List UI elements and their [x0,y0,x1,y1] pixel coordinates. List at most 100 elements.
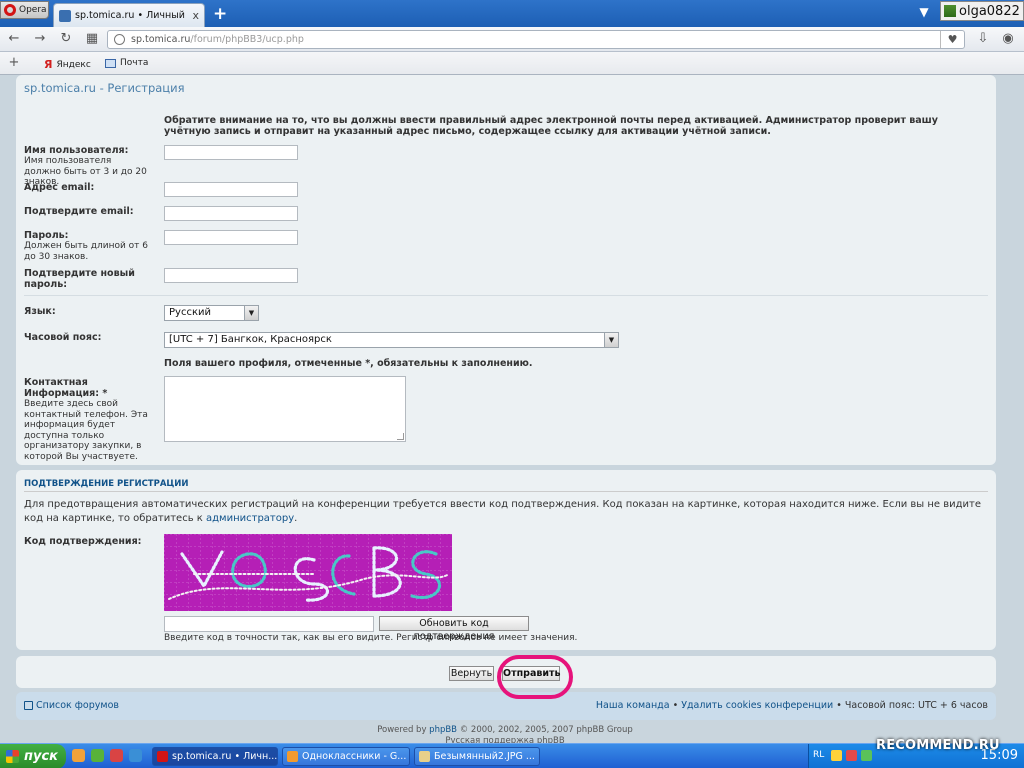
windows-taskbar: пуск sp.tomica.ru • Личн... Одноклассник… [0,743,1024,768]
language-label: Язык: [24,306,56,317]
footer-links: Наша команда • Удалить cookies конференц… [596,700,988,711]
bookmark-heart-icon[interactable]: ♥ [940,31,964,48]
reload-icon[interactable]: ↻ [58,31,74,47]
email-notice: Обратите внимание на то, что вы должны в… [164,115,938,137]
quick-launch-icon[interactable] [91,749,104,762]
tab-title: sp.tomica.ru • Личный разд... [75,10,188,21]
bookmark-yandex[interactable]: Я Яндекс [44,58,91,71]
forward-arrow-icon[interactable]: → [32,31,48,47]
bookmark-label: Яндекс [56,59,91,70]
speed-dial-icon[interactable]: ▦ [84,31,100,47]
home-icon [24,701,33,710]
registration-panel: sp.tomica.ru - Регистрация Обратите вним… [16,75,996,465]
quick-launch-icon[interactable] [72,749,85,762]
start-button[interactable]: пуск [0,744,66,768]
url-field[interactable]: sp.tomica.ru/forum/phpBB3/ucp.php ♥ [107,30,965,49]
password-confirm-input[interactable] [164,268,298,283]
new-tab-button[interactable]: + [213,4,227,24]
page-title: sp.tomica.ru - Регистрация [24,81,185,95]
language-select[interactable]: Русский ▼ [164,305,259,321]
quick-launch-icon[interactable] [110,749,123,762]
contact-hint: Введите здесь свой контактный телефон. Э… [24,399,148,462]
image-icon [419,751,430,762]
forum-list-link[interactable]: Список форумов [24,700,119,711]
timezone-label: Часовой пояс: [24,332,102,343]
download-icon[interactable]: ⇩ [975,31,991,47]
admin-link[interactable]: администратору [206,513,294,524]
url-path: /forum/phpBB3/ucp.php [190,34,304,45]
page-viewport: sp.tomica.ru - Регистрация Обратите вним… [0,75,1024,746]
reset-button[interactable]: Вернуть [449,666,494,681]
footer-timezone: Часовой пояс: UTC + 6 часов [844,700,988,711]
user-name: olga0822 [959,3,1020,19]
captcha-image [164,534,452,611]
add-bookmark-icon[interactable]: + [6,55,22,71]
divider [24,491,988,492]
required-fields-note: Поля вашего профиля, отмеченные *, обяза… [164,358,533,369]
password-confirm-label: Подтвердите новый пароль: [24,268,135,290]
username-input[interactable] [164,145,298,160]
browser-tab-active[interactable]: sp.tomica.ru • Личный разд... x [53,3,205,27]
browser-icon [287,751,298,762]
team-link[interactable]: Наша команда [596,700,670,711]
quick-launch-icon[interactable] [129,749,142,762]
captcha-noise-graphic [164,534,452,611]
footer-bullet: • [833,700,845,711]
language-indicator[interactable]: RL [813,750,824,760]
bookmark-mail[interactable]: Почта [105,58,148,68]
confirmation-code-input[interactable] [164,616,374,632]
yandex-icon: Я [44,58,53,71]
email-confirm-label: Подтвердите email: [24,206,134,217]
site-favicon-icon [59,9,71,22]
footer-bullet: • [669,700,682,711]
divider [24,295,988,296]
tray-icon[interactable] [861,750,872,761]
password-label: Пароль: Должен быть длиной от 6 до 30 зн… [24,230,149,262]
bookmark-label: Почта [120,58,149,68]
phpbb-link[interactable]: phpBB [429,725,457,735]
password-input[interactable] [164,230,298,245]
powered-prefix: Powered by [377,725,430,735]
highlight-circle [497,655,573,699]
section-title: Подтверждение регистрации [24,479,189,489]
email-confirm-input[interactable] [164,206,298,221]
email-label: Адрес email: [24,182,95,193]
forum-list-label: Список форумов [36,700,119,711]
start-label: пуск [24,749,58,764]
tray-icon[interactable] [831,750,842,761]
taskbar-item-opera[interactable]: sp.tomica.ru • Личн... [152,747,278,766]
contact-label: Контактная Информация: * Введите здесь с… [24,377,149,462]
taskbar-item-image[interactable]: Безымянный2.JPG ... [414,747,540,766]
tab-close-icon[interactable]: x [192,9,199,22]
timezone-select[interactable]: [UTC + 7] Бангкок, Красноярск ▼ [164,332,619,348]
url-host: sp.tomica.ru [131,34,191,45]
globe-icon [114,34,125,45]
back-arrow-icon[interactable]: ← [6,31,22,47]
timezone-value: [UTC + 7] Бангкок, Красноярск [169,334,332,345]
email-input[interactable] [164,182,298,197]
footer-navbar: Список форумов Наша команда • Удалить co… [16,692,996,720]
menu-icon[interactable]: ◉ [1000,31,1016,47]
contact-label-text: Контактная Информация: * [24,377,108,399]
user-account-badge[interactable]: olga0822 [940,1,1024,21]
password-label-text: Пароль: [24,230,69,241]
password-hint: Должен быть длиной от 6 до 30 знаков. [24,241,149,262]
opera-menu-button[interactable]: Opera [0,1,49,19]
contact-textarea[interactable] [164,376,406,442]
powered-suffix: © 2000, 2002, 2005, 2007 phpBB Group [457,725,633,735]
watermark: RECOMMEND.RU [876,738,1000,753]
code-note: Введите код в точности так, как вы его в… [164,633,578,643]
task-label: Одноклассники - G... [302,751,407,762]
task-label: sp.tomica.ru • Личн... [172,751,278,762]
username-label-text: Имя пользователя: [24,145,129,156]
confirmation-panel: Подтверждение регистрации Для предотвращ… [16,470,996,650]
taskbar-item-odnoklassniki[interactable]: Одноклассники - G... [282,747,410,766]
refresh-code-button[interactable]: Обновить код подтверждения [379,616,529,642]
tab-bar: Opera sp.tomica.ru • Личный разд... x + … [0,0,1024,27]
chevron-down-icon: ▼ [604,333,618,347]
confirm-text-end: . [294,513,298,524]
tab-menu-icon[interactable]: ▼ [916,5,932,19]
delete-cookies-link[interactable]: Удалить cookies конференции [681,700,833,711]
language-value: Русский [169,307,211,318]
tray-icon[interactable] [846,750,857,761]
